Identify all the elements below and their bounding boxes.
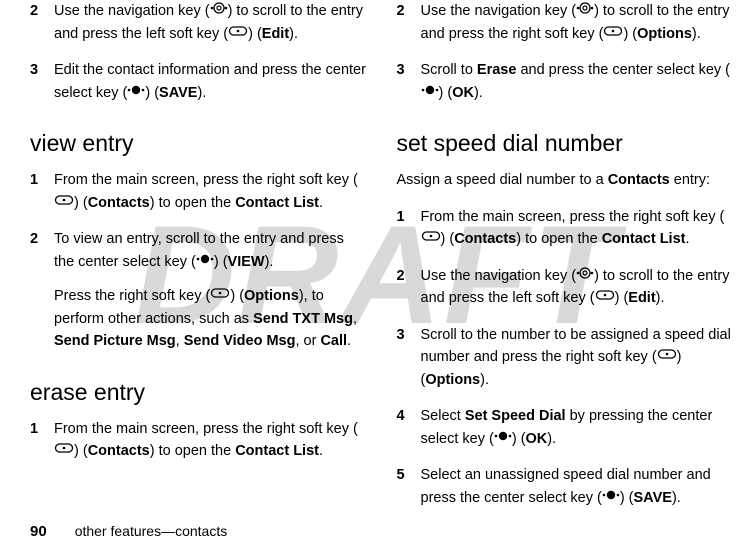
right-soft-key-icon [657,345,677,367]
right-soft-key-icon [210,284,230,306]
step: 5Select an unassigned speed dial number … [397,464,734,509]
page-content: 2Use the navigation key () to scroll to … [0,0,753,500]
step-text: To view an entry, scroll to the entry an… [54,228,367,352]
step: 1From the main screen, press the right s… [30,418,367,463]
footer-text: other features—contacts [75,523,228,539]
step-number: 1 [30,418,54,440]
step-text: From the main screen, press the right so… [54,169,367,214]
center-select-key-icon [421,81,439,103]
step-text: Scroll to the number to be assigned a sp… [421,324,734,391]
step-text: Select Set Speed Dial by pressing the ce… [421,405,734,450]
center-select-key-icon [127,81,145,103]
nav-key-icon [576,0,594,21]
page-number: 90 [30,523,47,540]
nav-key-icon [210,0,228,21]
nav-key-icon [576,264,594,286]
step-text: Scroll to Erase and press the center sel… [421,59,734,104]
step-number: 2 [30,228,54,250]
step-number: 1 [397,206,421,228]
step-number: 2 [397,0,421,22]
step-text: Use the navigation key () to scroll to t… [421,265,734,310]
step: 3Scroll to the number to be assigned a s… [397,324,734,391]
step-text: From the main screen, press the right so… [421,206,734,251]
step: 3Edit the contact information and press … [30,59,367,104]
center-select-key-icon [494,427,512,449]
step: 4Select Set Speed Dial by pressing the c… [397,405,734,450]
left-soft-key-icon [595,286,615,308]
step: 2Use the navigation key () to scroll to … [30,0,367,45]
speed-dial-intro: Assign a speed dial number to a Contacts… [397,169,734,191]
right-soft-key-icon [54,439,74,461]
right-column: 2Use the navigation key () to scroll to … [397,0,734,500]
step-number: 5 [397,464,421,486]
step: 2Use the navigation key () to scroll to … [397,265,734,310]
step-number: 3 [397,59,421,81]
step-number: 2 [30,0,54,22]
left-soft-key-icon [228,22,248,44]
step-number: 3 [397,324,421,346]
center-select-key-icon [196,250,214,272]
step-text: Use the navigation key () to scroll to t… [54,0,367,45]
step-text: Edit the contact information and press t… [54,59,367,104]
step: 1From the main screen, press the right s… [397,206,734,251]
right-soft-key-icon [603,22,623,44]
right-soft-key-icon [421,227,441,249]
step: 1From the main screen, press the right s… [30,169,367,214]
step-number: 1 [30,169,54,191]
page-footer: 90 other features—contacts [30,523,227,540]
heading-set-speed-dial: set speed dial number [397,130,734,157]
step: 2Use the navigation key () to scroll to … [397,0,734,45]
step-text: Select an unassigned speed dial number a… [421,464,734,509]
step: 2To view an entry, scroll to the entry a… [30,228,367,352]
step: 3Scroll to Erase and press the center se… [397,59,734,104]
left-column: 2Use the navigation key () to scroll to … [30,0,367,500]
step-text: Use the navigation key () to scroll to t… [421,0,734,45]
step-number: 2 [397,265,421,287]
right-soft-key-icon [54,191,74,213]
center-select-key-icon [602,486,620,508]
step-text: From the main screen, press the right so… [54,418,367,463]
heading-erase-entry: erase entry [30,379,367,406]
step-number: 4 [397,405,421,427]
step-number: 3 [30,59,54,81]
heading-view-entry: view entry [30,130,367,157]
